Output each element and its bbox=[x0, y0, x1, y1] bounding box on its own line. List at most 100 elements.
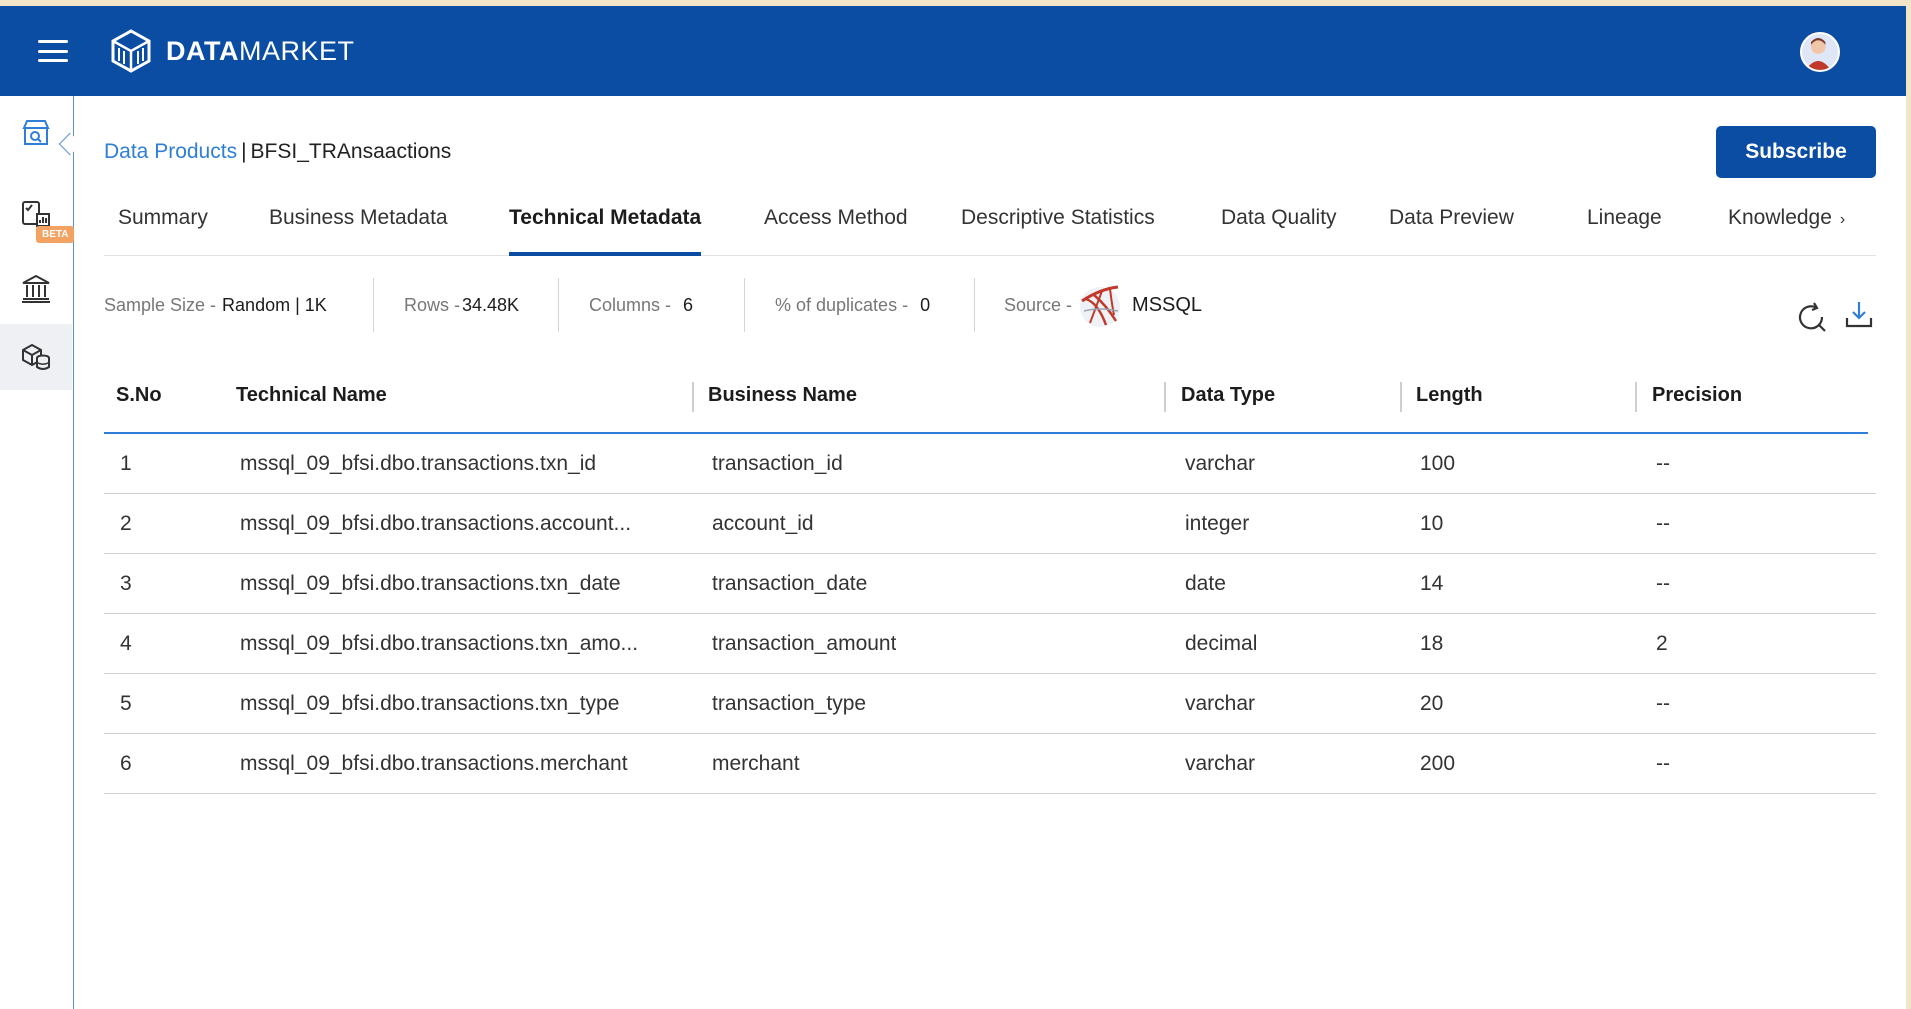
stat-source-value: MSSQL bbox=[1132, 293, 1203, 316]
sidebar-item-institutions[interactable] bbox=[0, 256, 72, 322]
tab-technical-metadata[interactable]: Technical Metadata bbox=[509, 206, 702, 256]
subscribe-button[interactable]: Subscribe bbox=[1716, 126, 1876, 178]
column-header-data-type[interactable]: Data Type bbox=[1181, 384, 1275, 407]
column-header-length[interactable]: Length bbox=[1416, 384, 1483, 407]
bank-building-icon bbox=[22, 274, 50, 303]
tab-access-method[interactable]: Access Method bbox=[764, 206, 908, 256]
column-header-technical-name[interactable]: Technical Name bbox=[236, 384, 387, 407]
cell-business-name: transaction_type bbox=[712, 692, 867, 715]
hamburger-menu-icon[interactable] bbox=[38, 40, 68, 62]
cell-sno: 6 bbox=[120, 752, 132, 775]
cell-data-type: varchar bbox=[1185, 752, 1256, 775]
refresh-icon-svg bbox=[1798, 302, 1826, 332]
column-resize-handle[interactable] bbox=[1400, 382, 1402, 412]
breadcrumb: Data Products | BFSI_TRAnsaactions bbox=[104, 140, 451, 164]
cell-precision: 2 bbox=[1656, 632, 1668, 655]
stat-source-label: Source - bbox=[1004, 294, 1073, 315]
table-body: 1 mssql_09_bfsi.dbo.transactions.txn_idtr… bbox=[104, 434, 1876, 794]
stat-divider bbox=[373, 278, 374, 332]
cell-length: 14 bbox=[1420, 572, 1444, 595]
cell-length: 200 bbox=[1420, 752, 1456, 775]
cell-data-type: decimal bbox=[1185, 632, 1258, 655]
table-row[interactable]: 4 mssql_09_bfsi.dbo.transactions.txn_amo.… bbox=[104, 614, 1876, 674]
tab-summary[interactable]: Summary bbox=[118, 206, 208, 256]
column-header-business-name[interactable]: Business Name bbox=[708, 384, 857, 407]
user-avatar[interactable] bbox=[1800, 32, 1840, 72]
cell-business-name: account_id bbox=[712, 512, 814, 535]
chevron-right-icon[interactable]: › bbox=[1840, 211, 1845, 228]
stat-sample-size: Sample Size - Random | 1K bbox=[104, 278, 327, 332]
column-header-sno[interactable]: S.No bbox=[116, 384, 162, 407]
column-header-precision[interactable]: Precision bbox=[1652, 384, 1742, 407]
stat-sample-size-label: Sample Size - bbox=[104, 294, 217, 315]
cell-business-name: transaction_amount bbox=[712, 632, 897, 655]
cell-technical-name: mssql_09_bfsi.dbo.transactions.account..… bbox=[240, 512, 632, 535]
stat-sample-size-value: Random | 1K bbox=[222, 294, 327, 315]
stat-columns-value: 6 bbox=[683, 294, 694, 315]
download-icon[interactable] bbox=[1842, 298, 1876, 332]
datamarket-logo-icon bbox=[111, 29, 151, 73]
column-resize-handle[interactable] bbox=[692, 382, 694, 412]
refresh-icon[interactable] bbox=[1794, 300, 1828, 334]
cell-length: 18 bbox=[1420, 632, 1444, 655]
stat-source: Source - MSSQL bbox=[1004, 278, 1202, 332]
cell-data-type: varchar bbox=[1185, 692, 1256, 715]
cell-sno: 4 bbox=[120, 632, 132, 655]
cell-sno: 3 bbox=[120, 572, 132, 595]
tab-lineage[interactable]: Lineage bbox=[1587, 206, 1662, 256]
cell-precision: -- bbox=[1656, 752, 1670, 775]
cell-precision: -- bbox=[1656, 512, 1670, 535]
breadcrumb-separator: | bbox=[241, 140, 247, 163]
table-row[interactable]: 3 mssql_09_bfsi.dbo.transactions.txn_date… bbox=[104, 554, 1876, 614]
breadcrumb-current: BFSI_TRAnsaactions bbox=[250, 140, 452, 163]
sidebar-item-data-products[interactable] bbox=[0, 324, 72, 390]
table-row[interactable]: 5 mssql_09_bfsi.dbo.transactions.txn_type… bbox=[104, 674, 1876, 734]
store-search-icon bbox=[22, 120, 50, 145]
stat-divider bbox=[744, 278, 745, 332]
cell-technical-name: mssql_09_bfsi.dbo.transactions.txn_id bbox=[240, 452, 597, 475]
tab-data-quality[interactable]: Data Quality bbox=[1221, 206, 1337, 256]
stat-duplicates: % of duplicates - 0 bbox=[775, 278, 930, 332]
tab-data-preview[interactable]: Data Preview bbox=[1389, 206, 1514, 256]
cell-precision: -- bbox=[1656, 572, 1670, 595]
table-header: S.No Technical Name Business Name Data T… bbox=[104, 366, 1868, 434]
tab-bar: Summary Business Metadata Technical Meta… bbox=[104, 196, 1876, 256]
top-header: DATAMARKET bbox=[0, 6, 1906, 96]
stats-bar: Sample Size - Random | 1K Rows - 34.48K … bbox=[104, 278, 1904, 338]
cell-business-name: transaction_date bbox=[712, 572, 868, 595]
app-logo[interactable]: DATAMARKET bbox=[108, 28, 355, 74]
stat-duplicates-label: % of duplicates - bbox=[775, 294, 909, 315]
app-window: DATAMARKET BETA Data Products | BFSI_TRA… bbox=[0, 6, 1906, 1009]
beta-badge: BETA bbox=[36, 226, 75, 243]
user-avatar-icon bbox=[1805, 38, 1831, 70]
stat-rows-label: Rows - bbox=[404, 294, 461, 315]
stat-divider bbox=[558, 278, 559, 332]
table-row[interactable]: 1 mssql_09_bfsi.dbo.transactions.txn_id tr… bbox=[104, 434, 1876, 494]
cell-precision: -- bbox=[1656, 692, 1670, 715]
sidebar-item-analytics[interactable]: BETA bbox=[0, 180, 75, 246]
cell-technical-name: mssql_09_bfsi.dbo.transactions.txn_amo..… bbox=[240, 632, 639, 655]
sidebar-item-marketplace[interactable] bbox=[0, 100, 72, 166]
cell-technical-name: mssql_09_bfsi.dbo.transactions.txn_date bbox=[240, 572, 621, 595]
cell-data-type: date bbox=[1185, 572, 1226, 595]
left-sidebar: BETA bbox=[0, 96, 82, 1009]
table-row[interactable]: 2 mssql_09_bfsi.dbo.transactions.account.… bbox=[104, 494, 1876, 554]
stat-divider bbox=[974, 278, 975, 332]
cell-precision: -- bbox=[1656, 452, 1670, 475]
cell-length: 100 bbox=[1420, 452, 1456, 475]
chart-checklist-icon bbox=[22, 201, 50, 227]
breadcrumb-link-data-products[interactable]: Data Products bbox=[104, 140, 237, 163]
brand-name: DATAMARKET bbox=[166, 35, 355, 66]
tab-descriptive-statistics[interactable]: Descriptive Statistics bbox=[961, 206, 1155, 256]
tab-knowledge[interactable]: Knowledge › bbox=[1728, 206, 1845, 256]
tab-business-metadata[interactable]: Business Metadata bbox=[269, 206, 448, 256]
download-icon-svg bbox=[1845, 302, 1873, 328]
column-resize-handle[interactable] bbox=[1635, 382, 1637, 412]
stat-columns-label: Columns - bbox=[589, 294, 672, 315]
cell-sno: 1 bbox=[120, 452, 132, 475]
stat-columns: Columns - 6 bbox=[589, 278, 693, 332]
column-resize-handle[interactable] bbox=[1164, 382, 1166, 412]
stat-duplicates-value: 0 bbox=[920, 294, 931, 315]
tab-knowledge-label: Knowledge bbox=[1728, 206, 1832, 229]
table-row[interactable]: 6 mssql_09_bfsi.dbo.transactions.merchant… bbox=[104, 734, 1876, 794]
